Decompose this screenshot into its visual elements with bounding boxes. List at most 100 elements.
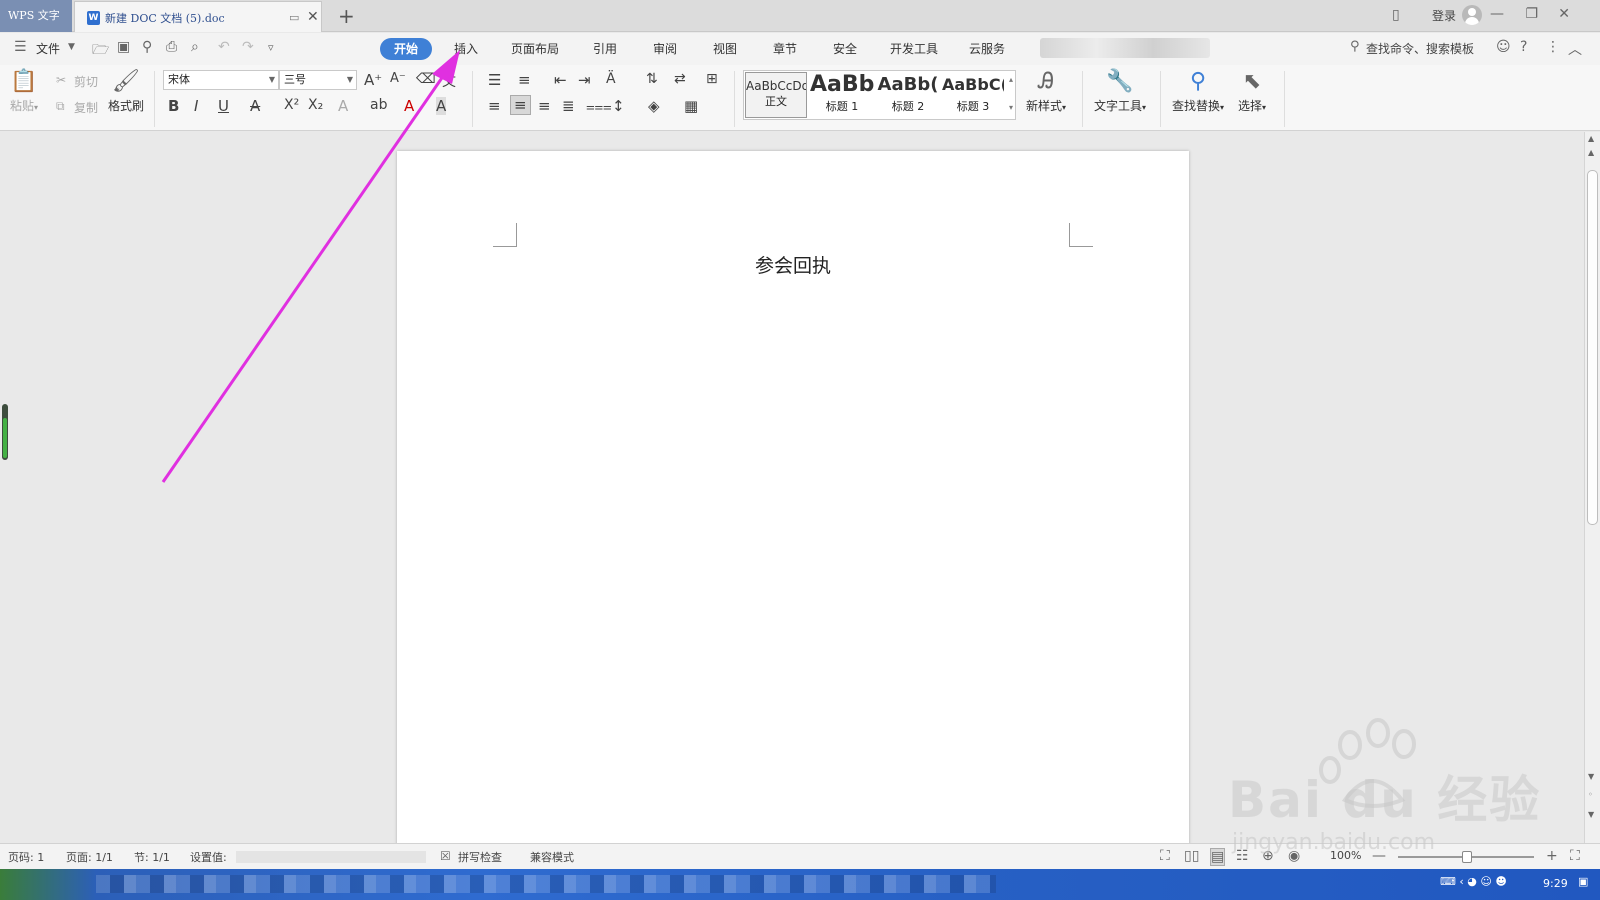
document-title-text[interactable]: 参会回执	[397, 251, 1189, 278]
phonetic-guide-icon[interactable]: 文	[442, 71, 456, 91]
font-size-select[interactable]: 三号 ▼	[279, 70, 357, 90]
justify-icon[interactable]: ≣	[562, 97, 575, 115]
prev-page-icon[interactable]: ◦	[1588, 790, 1593, 799]
distributed-icon[interactable]: ⩶	[586, 97, 612, 115]
page-count-status[interactable]: 页面: 1/1	[66, 849, 113, 865]
underline-icon[interactable]: U	[218, 97, 229, 115]
restore-icon[interactable]: ❐	[1525, 6, 1538, 22]
align-center-icon[interactable]: ≡	[510, 95, 531, 115]
login-link[interactable]: 登录	[1432, 7, 1456, 24]
format-painter-button[interactable]: 🖌 格式刷	[108, 69, 144, 114]
setting-status[interactable]: 设置值:	[190, 849, 227, 865]
clear-format-icon[interactable]: ⌫	[416, 71, 436, 87]
tab-cloud-services[interactable]: 云服务	[969, 40, 1005, 57]
align-right-icon[interactable]: ≡	[538, 97, 551, 115]
cut-button[interactable]: 剪切	[74, 73, 98, 90]
scroll-up-page-icon[interactable]: ▲	[1588, 148, 1594, 157]
open-folder-icon[interactable]: 🗁	[92, 39, 109, 63]
tab-references[interactable]: 引用	[593, 40, 617, 57]
line-spacing-icon[interactable]: ↕	[612, 97, 625, 115]
tab-preview-icon[interactable]: ▭	[289, 11, 299, 24]
sidebar-toggle-icon[interactable]: ▯	[1392, 7, 1400, 23]
customize-toolbar-icon[interactable]: ▿	[268, 41, 274, 54]
side-panel-handle[interactable]	[2, 404, 8, 460]
tab-developer-tools[interactable]: 开发工具	[890, 40, 938, 57]
fullscreen-icon[interactable]: ⛶	[1160, 848, 1170, 864]
more-options-icon[interactable]: ⋮	[1546, 39, 1560, 55]
shading-icon[interactable]: ◈	[648, 97, 660, 115]
increase-indent-icon[interactable]: ⇥	[578, 71, 591, 89]
italic-icon[interactable]: I	[194, 97, 198, 115]
scrollbar-thumb[interactable]	[1587, 170, 1598, 525]
font-name-select[interactable]: 宋体 ▼	[163, 70, 279, 90]
decrease-indent-icon[interactable]: ⇤	[554, 71, 567, 89]
scroll-down-icon[interactable]: ▼	[1588, 772, 1594, 781]
tab-chapter[interactable]: 章节	[773, 40, 797, 57]
vertical-scrollbar[interactable]: ▲ ▲ ▼ ◦ ▼	[1584, 132, 1600, 843]
collapse-ribbon-icon[interactable]: ︿	[1568, 39, 1582, 59]
gallery-expand-icon[interactable]: ▾	[1009, 103, 1013, 112]
taskbar-clock[interactable]: 9:29	[1543, 877, 1568, 890]
bullet-list-icon[interactable]: ☰	[488, 71, 501, 89]
subscript-icon[interactable]: X₂	[308, 97, 323, 113]
paste-button[interactable]: 📋 粘贴▾	[10, 69, 38, 114]
chevron-down-icon[interactable]: ▼	[68, 42, 75, 52]
sort-icon[interactable]: ⇅	[646, 71, 658, 87]
zoom-slider-knob[interactable]	[1462, 851, 1472, 863]
gallery-scroll-up-icon[interactable]: ▴	[1009, 75, 1013, 84]
page-number-status[interactable]: 页码: 1	[8, 849, 44, 865]
print-icon[interactable]: ⎙	[166, 39, 177, 55]
copy-button[interactable]: 复制	[74, 99, 98, 116]
fit-window-icon[interactable]: ⛶	[1570, 848, 1580, 864]
font-color-icon[interactable]: A	[404, 97, 414, 115]
new-style-button[interactable]: Ꭿ 新样式▾	[1026, 69, 1066, 114]
hamburger-menu-icon[interactable]: ☰	[14, 39, 27, 55]
scroll-up-icon[interactable]: ▲	[1588, 134, 1594, 143]
app-tab[interactable]: WPS 文字	[0, 0, 72, 32]
feedback-icon[interactable]: ☺	[1496, 39, 1511, 55]
section-status[interactable]: 节: 1/1	[134, 849, 170, 865]
find-replace-button[interactable]: ⚲ 查找替换▾	[1172, 69, 1224, 114]
char-shading-icon[interactable]: A	[436, 97, 447, 115]
search-command-input[interactable]: 查找命令、搜索模板	[1366, 40, 1474, 57]
table-grid-icon[interactable]: ⊞	[706, 71, 718, 87]
undo-icon[interactable]: ↶	[218, 39, 230, 55]
spellcheck-checkbox-icon[interactable]: ☒	[440, 849, 451, 863]
minimize-icon[interactable]: —	[1490, 6, 1504, 22]
chinese-layout-icon[interactable]: Ä	[606, 71, 616, 87]
tab-home[interactable]: 开始	[380, 38, 432, 60]
notification-icon[interactable]: ▣	[1578, 875, 1588, 888]
numbered-list-icon[interactable]: ≡	[518, 71, 531, 89]
file-menu[interactable]: 文件	[36, 40, 60, 57]
shrink-font-icon[interactable]: A⁻	[390, 71, 406, 86]
read-mode-icon[interactable]: ▯▯	[1184, 848, 1199, 864]
close-window-icon[interactable]: ✕	[1558, 6, 1570, 22]
text-effect-icon[interactable]: A	[338, 97, 348, 115]
spell-check-toggle[interactable]: 拼写检查	[458, 849, 502, 865]
search-doc-icon[interactable]: ⚲	[142, 39, 152, 55]
print-preview-icon[interactable]: ⌕	[191, 39, 199, 55]
close-tab-icon[interactable]: ✕	[307, 9, 319, 25]
zoom-in-icon[interactable]: +	[1546, 848, 1558, 864]
page-view-icon[interactable]: ▤	[1210, 848, 1226, 866]
tab-insert[interactable]: 插入	[454, 40, 478, 57]
highlight-icon[interactable]: ab	[370, 97, 387, 113]
search-icon[interactable]: ⚲	[1350, 39, 1360, 54]
style-heading-1[interactable]: AaBb 标题 1	[810, 72, 874, 118]
system-tray-icons[interactable]: ⌨ ‹ ◕ ☺ ☻	[1440, 875, 1507, 888]
borders-icon[interactable]: ▦	[684, 97, 698, 115]
document-page[interactable]: 参会回执	[397, 151, 1189, 843]
select-button[interactable]: ⬉ 选择▾	[1238, 69, 1266, 114]
plus-icon[interactable]: +	[338, 4, 355, 28]
user-avatar-icon[interactable]	[1462, 5, 1482, 25]
align-left-icon[interactable]: ≡	[488, 97, 501, 115]
tab-page-layout[interactable]: 页面布局	[511, 40, 559, 57]
tab-review[interactable]: 审阅	[653, 40, 677, 57]
bold-icon[interactable]: B	[168, 97, 179, 115]
tab-security[interactable]: 安全	[833, 40, 857, 57]
style-heading-3[interactable]: AaBbC( 标题 3	[942, 72, 1004, 118]
redo-icon[interactable]: ↷	[242, 39, 254, 55]
save-icon[interactable]: ▣	[117, 39, 130, 55]
style-heading-2[interactable]: AaBb( 标题 2	[876, 72, 940, 118]
show-marks-icon[interactable]: ⇄	[674, 71, 686, 87]
